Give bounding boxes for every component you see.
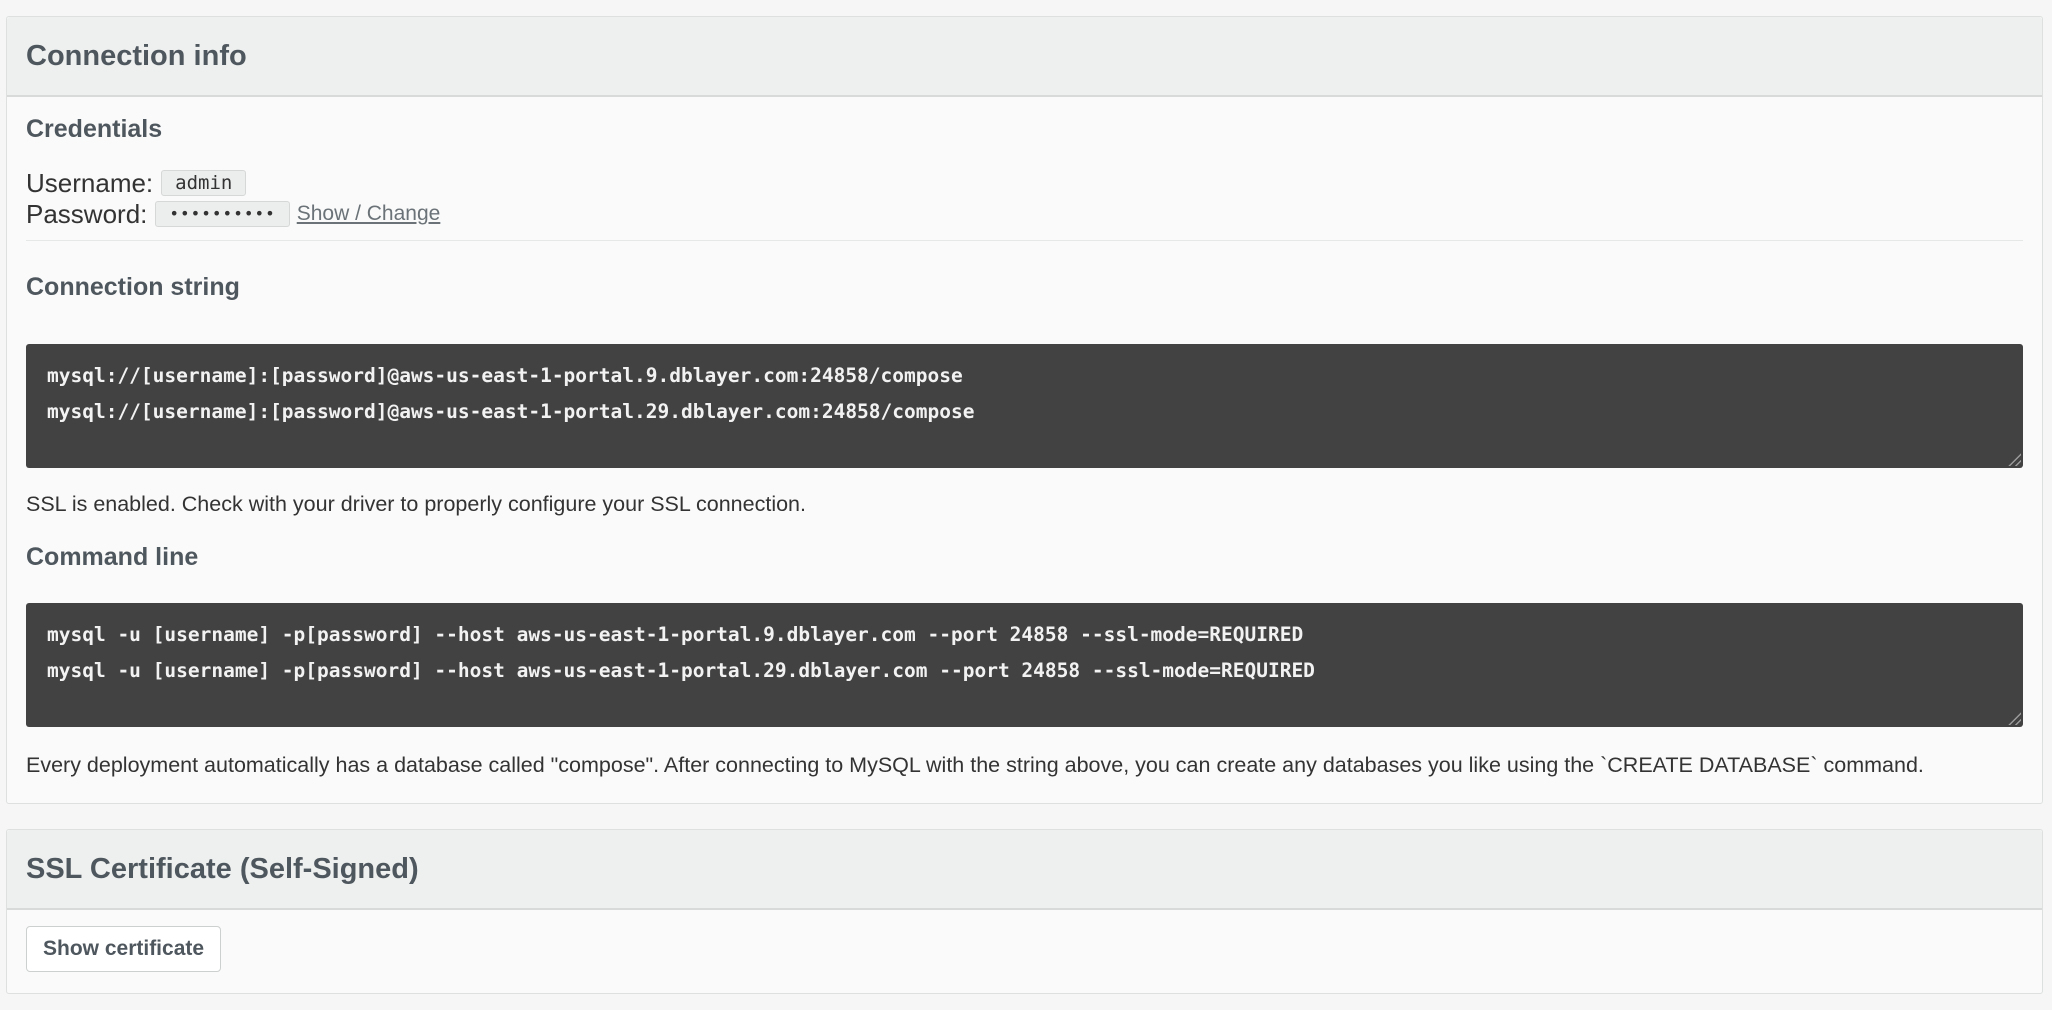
show-certificate-button[interactable]: Show certificate [26, 926, 222, 972]
password-label: Password: [26, 198, 148, 229]
ssl-certificate-panel: SSL Certificate (Self-Signed) Show certi… [6, 829, 2043, 994]
credentials-divider [26, 240, 2023, 241]
connection-info-title: Connection info [26, 39, 247, 72]
command-line-heading: Command line [26, 543, 199, 571]
command-line-line: mysql -u [username] -p[password] --host … [47, 623, 1304, 646]
connection-info-body: Credentials Username: admin Password: ••… [7, 97, 2042, 803]
username-value: admin [161, 170, 247, 196]
credentials-heading: Credentials [26, 115, 163, 143]
connection-info-panel: Connection info Credentials Username: ad… [6, 16, 2043, 804]
command-line-box[interactable]: mysql -u [username] -p[password] --host … [26, 603, 2023, 727]
show-change-password-link[interactable]: Show / Change [297, 202, 441, 226]
command-line-line: mysql -u [username] -p[password] --host … [47, 659, 1315, 682]
ssl-certificate-body: Show certificate [7, 910, 2042, 993]
ssl-certificate-title: SSL Certificate (Self-Signed) [26, 852, 419, 885]
connection-string-heading: Connection string [26, 273, 240, 301]
connection-string-line: mysql://[username]:[password]@aws-us-eas… [47, 400, 975, 423]
database-note: Every deployment automatically has a dat… [26, 753, 1924, 777]
connection-string-line: mysql://[username]:[password]@aws-us-eas… [47, 364, 963, 387]
password-masked-value: •••••••••• [155, 201, 290, 227]
ssl-note: SSL is enabled. Check with your driver t… [26, 492, 806, 516]
resize-handle-icon[interactable] [2007, 452, 2021, 466]
connection-info-header: Connection info [7, 17, 2042, 97]
username-label: Username: [26, 167, 154, 198]
ssl-certificate-header: SSL Certificate (Self-Signed) [7, 830, 2042, 910]
resize-handle-icon[interactable] [2007, 711, 2021, 725]
connection-string-box[interactable]: mysql://[username]:[password]@aws-us-eas… [26, 344, 2023, 468]
username-row: Username: admin [26, 167, 247, 199]
password-row: Password: •••••••••• Show / Change [26, 198, 440, 230]
